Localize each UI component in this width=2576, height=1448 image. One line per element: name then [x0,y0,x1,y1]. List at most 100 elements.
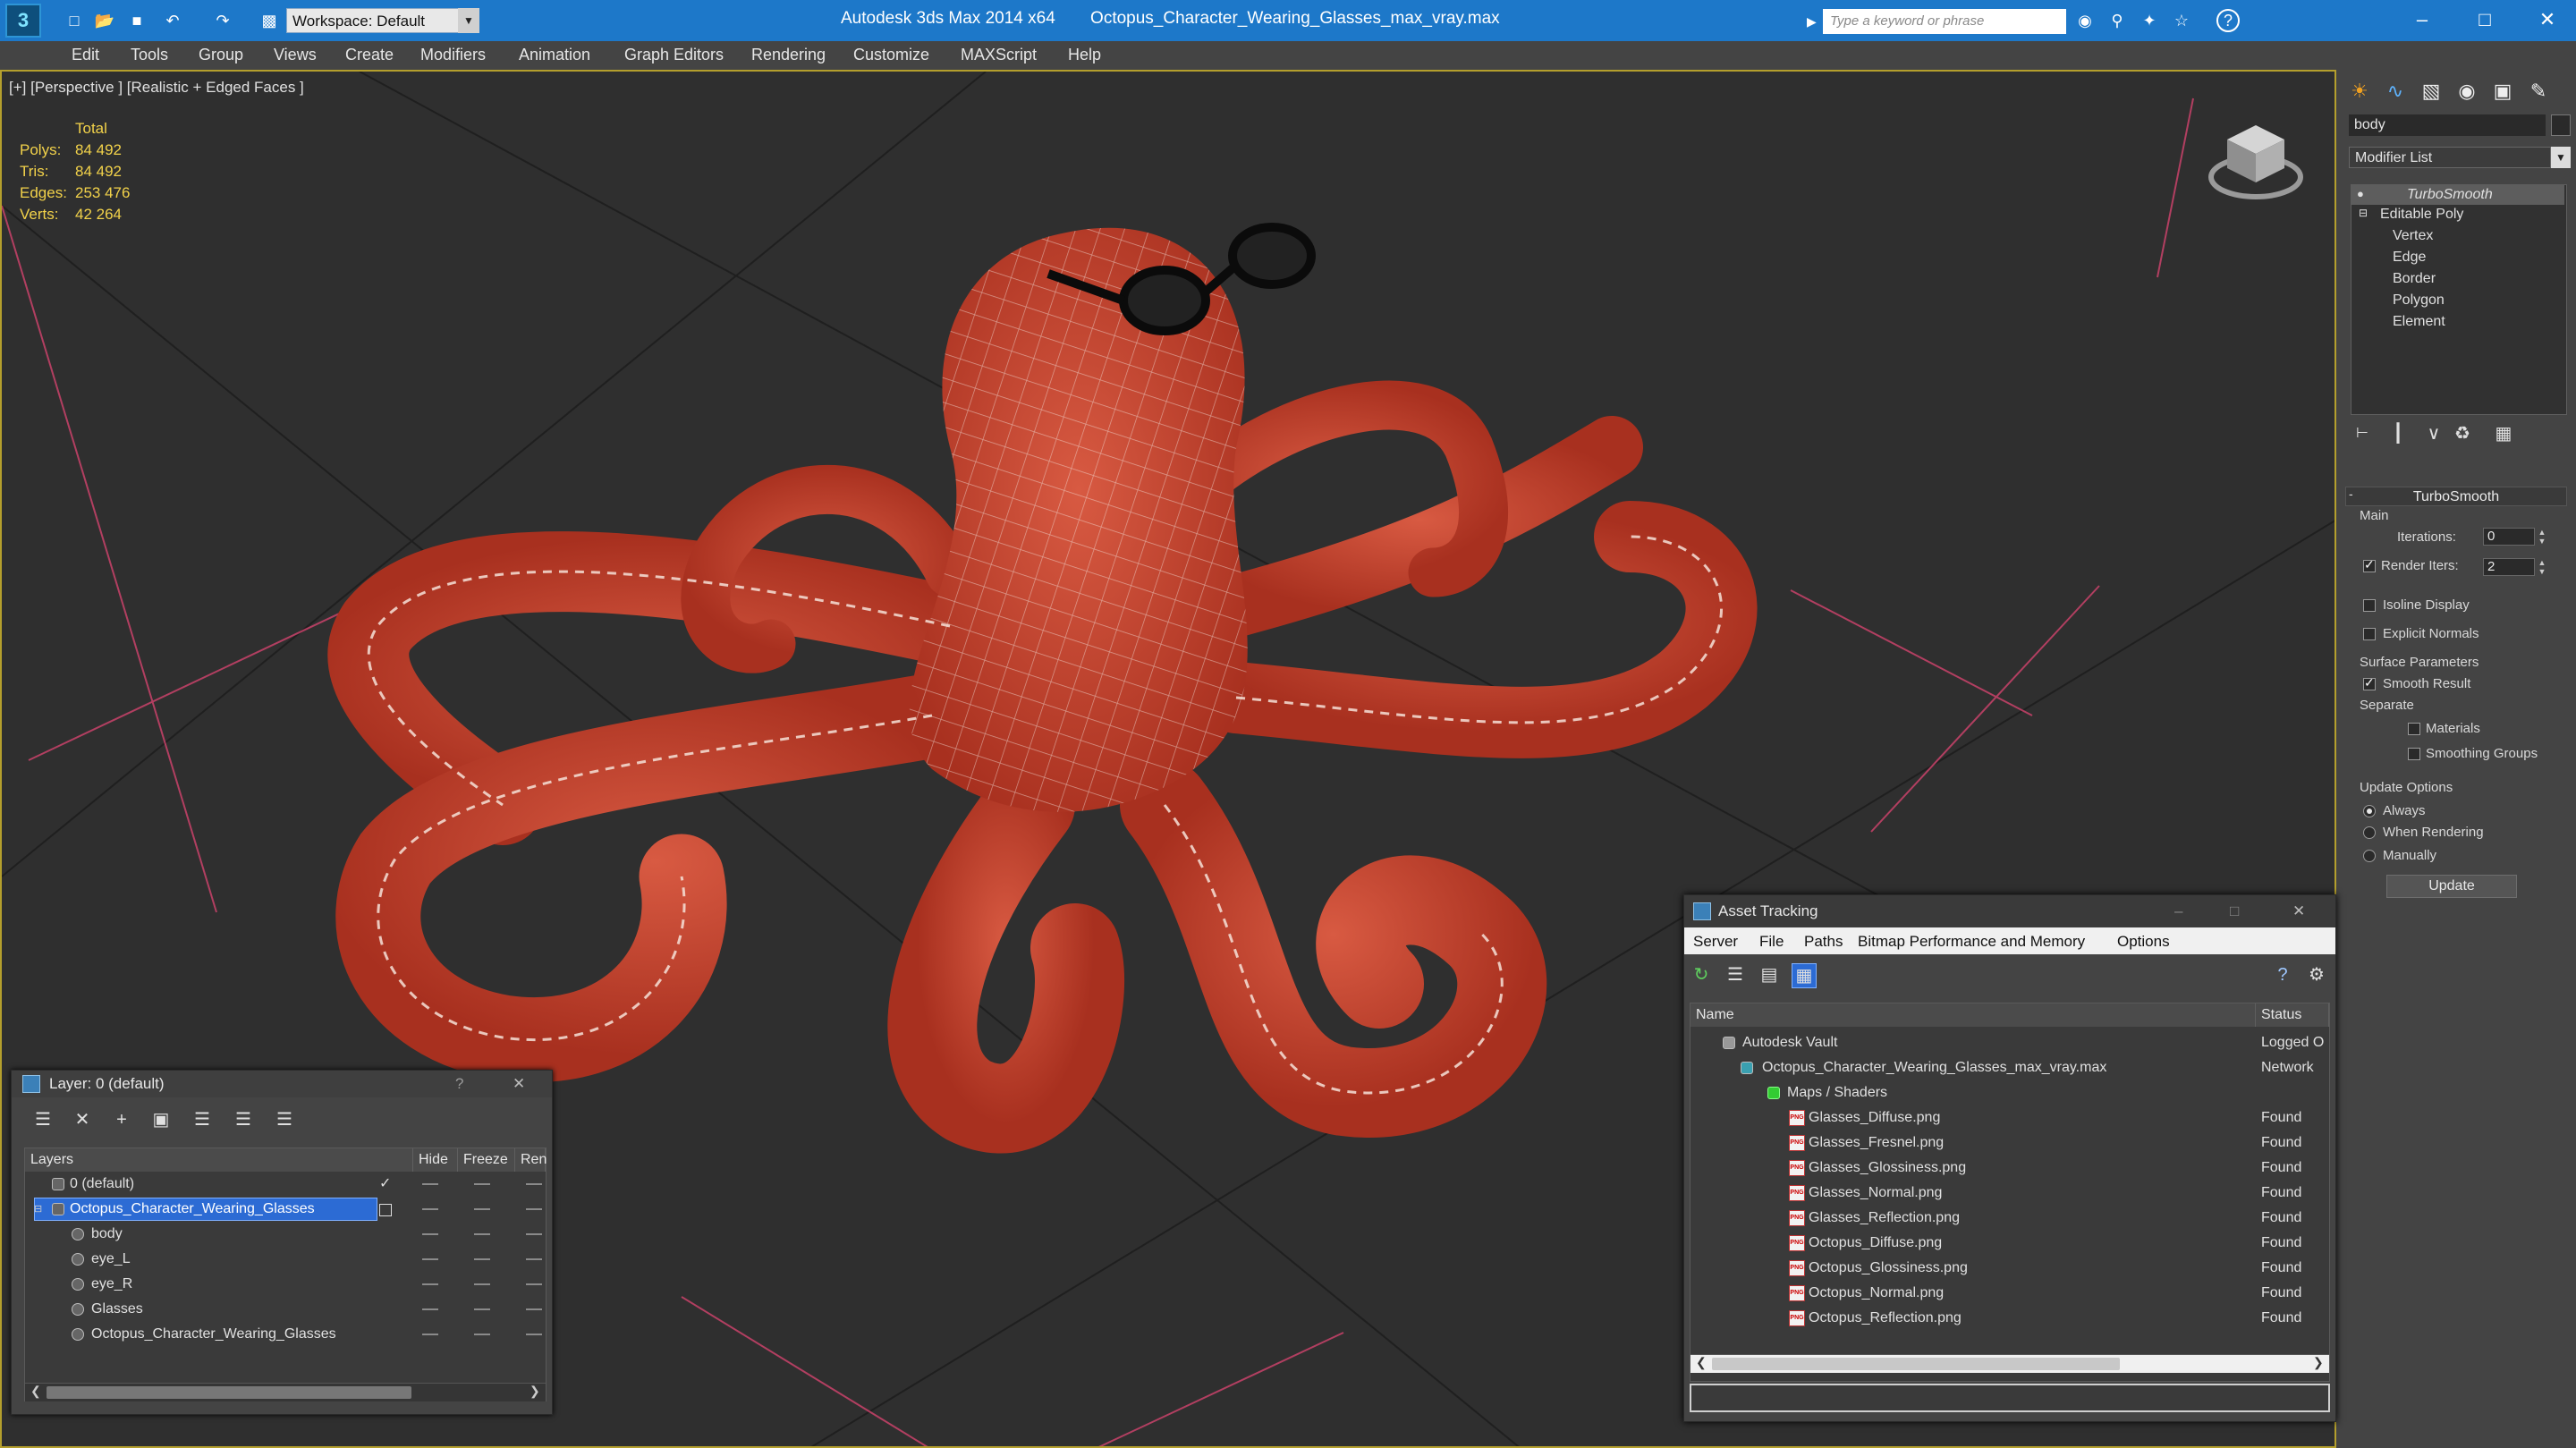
close-icon[interactable]: ✕ [2292,895,2305,927]
scroll-right-icon[interactable]: ❯ [530,1384,540,1399]
make-unique-icon[interactable]: ∨ [2422,422,2445,445]
stack-item-editable-poly[interactable]: Editable Poly [2380,207,2463,223]
scroll-left-icon[interactable]: ❮ [30,1384,41,1399]
render-iters-spinner[interactable]: 2 [2483,558,2535,576]
chevron-down-icon[interactable]: ▼ [458,8,479,33]
menu-maxscript[interactable]: MAXScript [961,46,1037,64]
asset-row[interactable]: PNG Glasses_Normal.png Found [1690,1181,2329,1206]
render-toggle[interactable] [526,1233,542,1235]
render-toggle[interactable] [526,1208,542,1210]
modify-tab-icon[interactable]: ∿ [2379,77,2411,106]
undo-icon[interactable]: ↶ [161,9,184,32]
help-icon[interactable]: ? [455,1071,463,1097]
maximize-icon[interactable]: □ [2230,895,2239,927]
menu-paths[interactable]: Paths [1804,933,1843,951]
hide-toggle[interactable] [422,1208,438,1210]
expand-minus-icon[interactable]: ⊟ [2359,207,2368,219]
scroll-right-icon[interactable]: ❯ [2313,1355,2324,1370]
viewport-label[interactable]: [+] [Perspective ] [Realistic + Edged Fa… [9,79,304,97]
menu-customize[interactable]: Customize [853,46,929,64]
utilities-tab-icon[interactable]: ✎ [2522,77,2555,106]
spinner-arrows-icon[interactable]: ▲ ▼ [2537,528,2547,546]
minimize-icon[interactable]: – [2174,895,2182,927]
open-file-icon[interactable]: 📂 [93,9,116,32]
hide-toggle[interactable] [422,1183,438,1185]
render-toggle[interactable] [526,1334,542,1335]
object-row[interactable]: Glasses [25,1297,546,1322]
explicit-normals-checkbox[interactable] [2363,628,2376,640]
freeze-toggle[interactable] [474,1233,490,1235]
hide-toggle[interactable] [422,1233,438,1235]
object-row[interactable]: body [25,1222,546,1247]
grid-view-icon[interactable]: ▦ [1792,963,1817,988]
stack-item-turbosmooth[interactable]: TurboSmooth [2407,187,2493,203]
when-rendering-radio[interactable] [2363,826,2376,839]
menu-bitmap-performance[interactable]: Bitmap Performance and Memory [1858,933,2085,951]
hide-all-icon[interactable]: ☰ [273,1108,296,1131]
list-view-icon[interactable]: ☰ [1724,963,1747,987]
help-icon[interactable]: ? [2216,9,2240,32]
asset-path-field[interactable] [1690,1384,2330,1412]
hide-toggle[interactable] [422,1334,438,1335]
iterations-spinner[interactable]: 0 [2483,528,2535,546]
object-row[interactable]: Octopus_Character_Wearing_Glasses [25,1322,546,1347]
menu-views[interactable]: Views [274,46,317,64]
pin-stack-icon[interactable]: ⊢ [2351,422,2374,445]
menu-tools[interactable]: Tools [131,46,168,64]
object-row[interactable]: eye_L [25,1247,546,1272]
show-end-result-icon[interactable]: ┃ [2386,422,2410,445]
current-layer-checkbox[interactable] [379,1204,392,1216]
chevron-down-icon[interactable]: ▼ [2551,147,2571,168]
asset-row[interactable]: PNG Octopus_Normal.png Found [1690,1281,2329,1306]
modifier-list-select[interactable]: Modifier List [2349,147,2551,168]
col-name[interactable]: Name [1690,1003,2256,1027]
project-folder-icon[interactable]: ▩ [258,9,281,32]
spinner-arrows-icon[interactable]: ▲ ▼ [2537,558,2547,576]
object-row[interactable]: eye_R [25,1272,546,1297]
app-logo-icon[interactable]: 3 [5,4,41,38]
menu-modifiers[interactable]: Modifiers [420,46,486,64]
asset-row[interactable]: Autodesk Vault Logged O [1690,1030,2329,1055]
stack-item-polygon[interactable]: Polygon [2393,292,2445,309]
asset-row[interactable]: PNG Glasses_Fresnel.png Found [1690,1130,2329,1156]
create-tab-icon[interactable]: ☀ [2343,77,2376,106]
stack-item-vertex[interactable]: Vertex [2393,228,2433,244]
search-input[interactable]: Type a keyword or phrase [1823,9,2066,34]
col-render[interactable]: Ren [515,1148,547,1172]
menu-file[interactable]: File [1759,933,1784,951]
workspace-select[interactable]: Workspace: Default [286,8,479,33]
scroll-thumb[interactable] [47,1386,411,1399]
menu-edit[interactable]: Edit [72,46,99,64]
layer-dialog-titlebar[interactable]: Layer: 0 (default) ? ✕ [12,1071,552,1097]
scroll-left-icon[interactable]: ❮ [1696,1355,1707,1370]
col-status[interactable]: Status [2256,1003,2329,1027]
maximize-icon[interactable]: □ [2458,4,2512,36]
menu-group[interactable]: Group [199,46,243,64]
render-iters-checkbox[interactable] [2363,557,2376,572]
layer-row-selected[interactable]: ⊟ Octopus_Character_Wearing_Glasses [25,1197,546,1222]
expand-minus-icon[interactable]: ⊟ [34,1197,42,1222]
asset-hscrollbar[interactable]: ❮ ❯ [1690,1354,2329,1373]
render-toggle[interactable] [526,1308,542,1310]
manually-radio[interactable] [2363,850,2376,862]
add-to-layer-icon[interactable]: + [110,1108,133,1131]
settings-icon[interactable]: ⚙ [2305,963,2328,987]
favorites-star-icon[interactable]: ☆ [2170,9,2193,32]
close-icon[interactable]: ✕ [513,1071,525,1097]
minimize-icon[interactable]: – [2395,4,2449,36]
render-toggle[interactable] [526,1258,542,1260]
layer-row[interactable]: 0 (default) ✓ [25,1172,546,1197]
col-layers[interactable]: Layers [25,1148,413,1172]
new-layer-icon[interactable]: ☰ [31,1108,55,1131]
object-color-swatch[interactable] [2551,114,2571,136]
binoculars-icon[interactable]: ◉ [2073,9,2097,32]
freeze-toggle[interactable] [474,1334,490,1335]
table-view-icon[interactable]: ▤ [1758,963,1781,987]
asset-row[interactable]: PNG Glasses_Reflection.png Found [1690,1206,2329,1231]
new-file-icon[interactable]: □ [63,9,86,32]
search-expand-icon[interactable]: ▶ [1807,9,1821,34]
hide-toggle[interactable] [422,1258,438,1260]
delete-layer-icon[interactable]: ✕ [71,1108,94,1131]
freeze-toggle[interactable] [474,1283,490,1285]
stack-item-border[interactable]: Border [2393,271,2436,287]
